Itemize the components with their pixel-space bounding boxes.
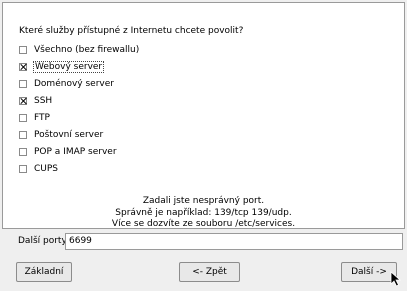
services-panel: Které služby přístupné z Internetu chcet… — [2, 2, 405, 229]
other-ports-row: Další porty 6699 — [2, 233, 405, 250]
service-checkbox[interactable] — [19, 114, 27, 122]
service-item[interactable]: FTP — [19, 111, 51, 125]
arrow-cursor-icon — [390, 271, 402, 287]
service-item[interactable]: Doménový server — [19, 77, 115, 91]
service-item[interactable]: CUPS — [19, 162, 59, 176]
error-line-1: Zadali jste nesprávný port. — [142, 196, 265, 206]
service-checkbox[interactable] — [19, 63, 27, 71]
service-checkbox[interactable] — [19, 131, 27, 139]
service-checkbox[interactable] — [19, 148, 27, 156]
service-checkbox[interactable] — [19, 97, 27, 105]
service-item[interactable]: Všechno (bez firewallu) — [19, 43, 140, 57]
service-label: Doménový server — [34, 79, 114, 89]
service-label: CUPS — [34, 164, 59, 174]
service-checkbox[interactable] — [19, 80, 27, 88]
service-item[interactable]: Webový server — [19, 60, 105, 74]
service-item[interactable]: POP a IMAP server — [19, 145, 118, 159]
other-ports-input[interactable]: 6699 — [65, 233, 403, 250]
service-item[interactable]: SSH — [19, 94, 53, 108]
error-message: Zadali jste nesprávný port. Správně je n… — [0, 196, 407, 231]
error-line-3: Více se dozvíte ze souboru /etc/services… — [111, 219, 296, 229]
basic-button[interactable]: Základní — [16, 262, 72, 282]
service-checkbox[interactable] — [19, 46, 27, 54]
service-label: SSH — [34, 96, 53, 106]
back-button[interactable]: <- Zpět — [179, 262, 240, 282]
error-line-2: Správně je například: 139/tcp 139/udp. — [115, 207, 292, 218]
other-ports-label: Další porty — [18, 236, 67, 246]
question-text: Které služby přístupné z Internetu chcet… — [19, 26, 244, 36]
service-checkbox[interactable] — [19, 165, 27, 173]
service-label: FTP — [34, 113, 50, 123]
service-label: Všechno (bez firewallu) — [34, 45, 140, 55]
service-label: Webový server — [33, 61, 105, 73]
wizard-window: Které služby přístupné z Internetu chcet… — [0, 0, 407, 291]
next-button[interactable]: Další -> — [341, 262, 397, 282]
service-item[interactable]: Poštovní server — [19, 128, 104, 142]
service-label: POP a IMAP server — [34, 147, 117, 157]
service-label: Poštovní server — [34, 130, 104, 140]
